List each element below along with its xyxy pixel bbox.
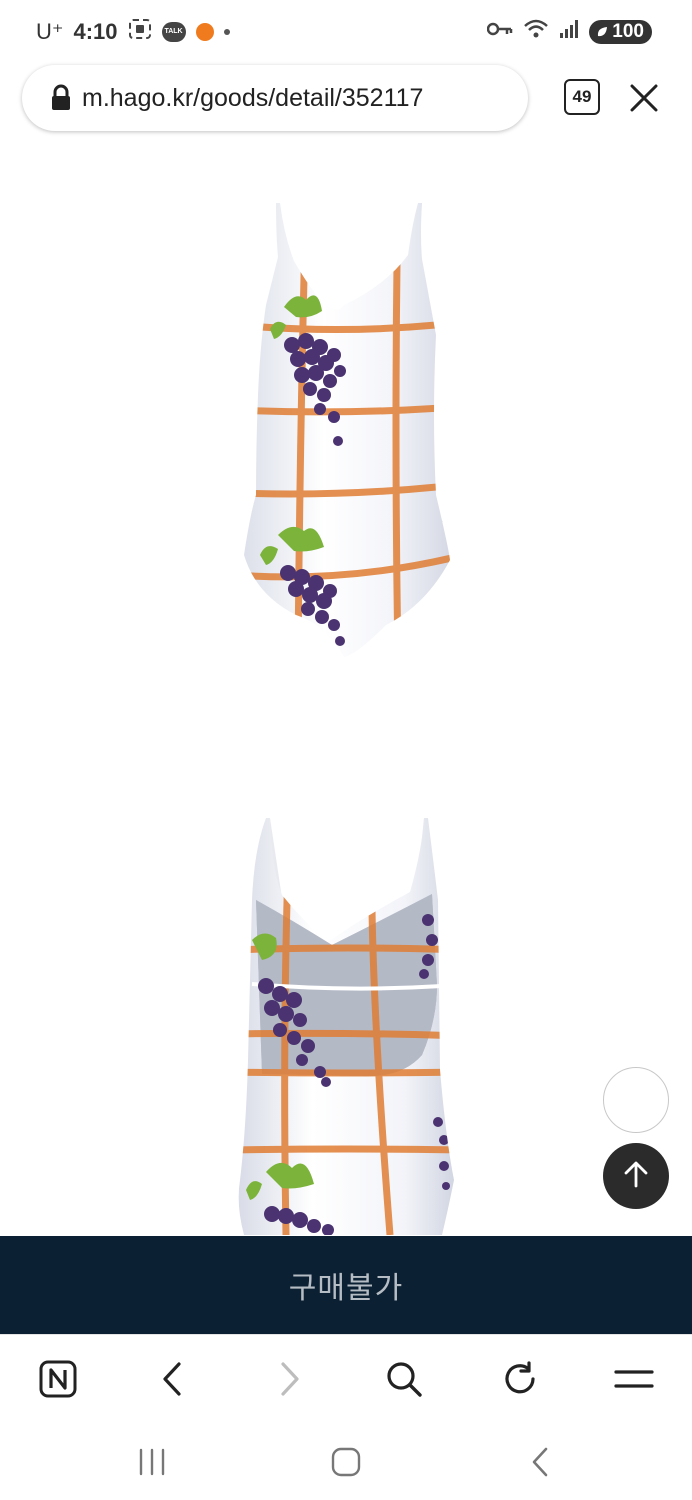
naver-home-icon[interactable] bbox=[38, 1359, 78, 1399]
browser-toolbar bbox=[0, 1334, 692, 1425]
close-icon[interactable] bbox=[626, 80, 662, 116]
scroll-to-top-button[interactable] bbox=[603, 1143, 669, 1209]
orange-app-icon bbox=[195, 23, 214, 41]
recent-apps-icon[interactable] bbox=[132, 1444, 172, 1480]
purchase-unavailable-label: 구매불가 bbox=[288, 1271, 404, 1306]
status-bar: U⁺ 4:10 TALK 100 bbox=[0, 0, 692, 64]
swimsuit-front-image bbox=[236, 195, 456, 660]
key-icon bbox=[487, 21, 513, 42]
menu-icon[interactable] bbox=[614, 1359, 654, 1399]
system-navigation-bar bbox=[0, 1424, 692, 1500]
system-back-icon[interactable] bbox=[520, 1444, 560, 1480]
arrow-up-icon bbox=[623, 1160, 649, 1193]
battery-level: 100 bbox=[612, 20, 644, 42]
url-text[interactable]: m.hago.kr/goods/detail/352117 bbox=[82, 84, 423, 113]
kakaotalk-icon: TALK bbox=[161, 22, 186, 42]
floating-action-button[interactable] bbox=[603, 1067, 669, 1133]
carrier-label: U⁺ bbox=[36, 19, 64, 44]
tab-count-button[interactable]: 49 bbox=[564, 79, 600, 115]
signal-icon bbox=[559, 19, 579, 44]
swimsuit-back-image bbox=[232, 810, 462, 1235]
search-icon[interactable] bbox=[384, 1359, 424, 1399]
lock-icon bbox=[50, 84, 72, 112]
home-icon[interactable] bbox=[326, 1444, 366, 1480]
purchase-button[interactable]: 구매불가 bbox=[0, 1236, 692, 1334]
back-icon[interactable] bbox=[152, 1359, 192, 1399]
notification-dot-icon bbox=[223, 29, 230, 35]
wifi-icon bbox=[523, 18, 549, 45]
address-bar[interactable]: m.hago.kr/goods/detail/352117 bbox=[22, 65, 528, 131]
clock-time: 4:10 bbox=[73, 19, 118, 44]
battery-icon: 100 bbox=[589, 19, 652, 44]
forward-icon[interactable] bbox=[270, 1359, 310, 1399]
screenshot-icon bbox=[128, 18, 152, 46]
refresh-icon[interactable] bbox=[500, 1359, 540, 1399]
